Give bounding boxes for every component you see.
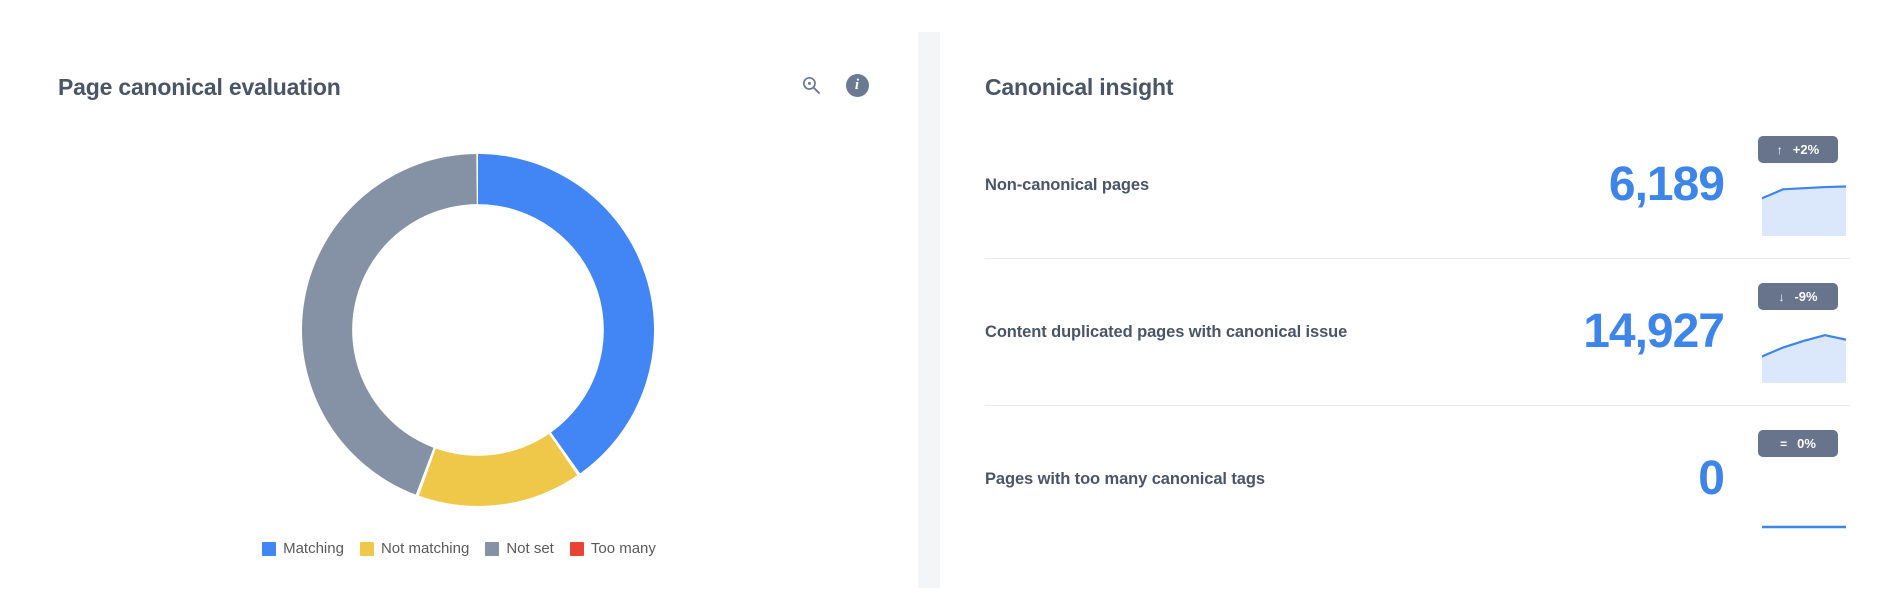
legend-label: Not set — [506, 540, 554, 557]
metric-label: Content duplicated pages with canonical … — [985, 322, 1348, 341]
metric-list: Non-canonical pages 6,189 ↑ +2% Content dupl… — [985, 112, 1850, 552]
legend-swatch — [485, 541, 500, 556]
sparkline-chart — [1762, 185, 1846, 236]
trend-badge: = 0% — [1758, 430, 1838, 457]
legend-label: Matching — [283, 540, 344, 557]
metric-value: 6,189 — [1608, 158, 1725, 211]
legend-label: Not matching — [380, 540, 470, 557]
trend-badge: ↑ +2% — [1758, 136, 1838, 163]
legend-item[interactable]: Too many — [569, 540, 656, 557]
metric-trend: ↑ +2% — [1758, 130, 1850, 240]
sparkline-chart — [1762, 334, 1846, 383]
zoom-in-magnifier-icon[interactable] — [798, 72, 824, 98]
donut-segment[interactable] — [478, 154, 655, 474]
sparkline-chart — [1762, 525, 1846, 529]
trend-percent-label: -9% — [1794, 289, 1818, 304]
metric-row[interactable]: Pages with too many canonical tags 0 = 0% — [985, 405, 1850, 552]
trend-arrow-icon: ↓ — [1778, 289, 1785, 304]
trend-arrow-icon: ↑ — [1776, 142, 1783, 157]
trend-percent-label: 0% — [1797, 436, 1816, 451]
legend-item[interactable]: Not matching — [359, 540, 470, 557]
donut-segment[interactable] — [418, 433, 578, 506]
metric-label: Pages with too many canonical tags — [985, 469, 1265, 488]
canonical-evaluation-donut-chart — [298, 150, 658, 510]
panel-divider — [918, 32, 940, 588]
legend-item[interactable]: Not set — [485, 540, 554, 557]
trend-percent-label: +2% — [1792, 142, 1820, 157]
metric-value: 0 — [1698, 452, 1725, 505]
info-icon[interactable]: i — [844, 72, 870, 98]
metric-row[interactable]: Non-canonical pages 6,189 ↑ +2% — [985, 112, 1850, 258]
chart-legend: Matching Not matching Not set Too many — [0, 540, 918, 557]
metric-trend: ↓ -9% — [1758, 277, 1850, 387]
sparkline-area — [1762, 335, 1846, 383]
metric-row[interactable]: Content duplicated pages with canonical … — [985, 258, 1850, 405]
trend-badge: ↓ -9% — [1758, 283, 1838, 310]
legend-swatch — [262, 541, 277, 556]
trend-arrow-icon: = — [1780, 436, 1788, 451]
dashboard-canvas: Page canonical evaluation i Matching Not … — [0, 0, 1898, 616]
metric-value: 14,927 — [1583, 305, 1725, 358]
canonical-insight-card: Canonical insight i Non-canonical pages6… — [940, 0, 1898, 616]
page-title: Canonical insight — [985, 74, 1174, 101]
metric-trend: = 0% — [1758, 424, 1850, 534]
legend-swatch — [359, 541, 374, 556]
info-glyph: i — [845, 73, 869, 97]
donut-segment[interactable] — [302, 154, 477, 495]
metric-label: Non-canonical pages — [985, 175, 1150, 194]
page-canonical-evaluation-card: Page canonical evaluation i Matching Not … — [0, 0, 918, 616]
legend-item[interactable]: Matching — [262, 540, 344, 557]
legend-swatch — [569, 541, 584, 556]
page-title: Page canonical evaluation — [58, 74, 341, 101]
legend-label: Too many — [590, 540, 656, 557]
